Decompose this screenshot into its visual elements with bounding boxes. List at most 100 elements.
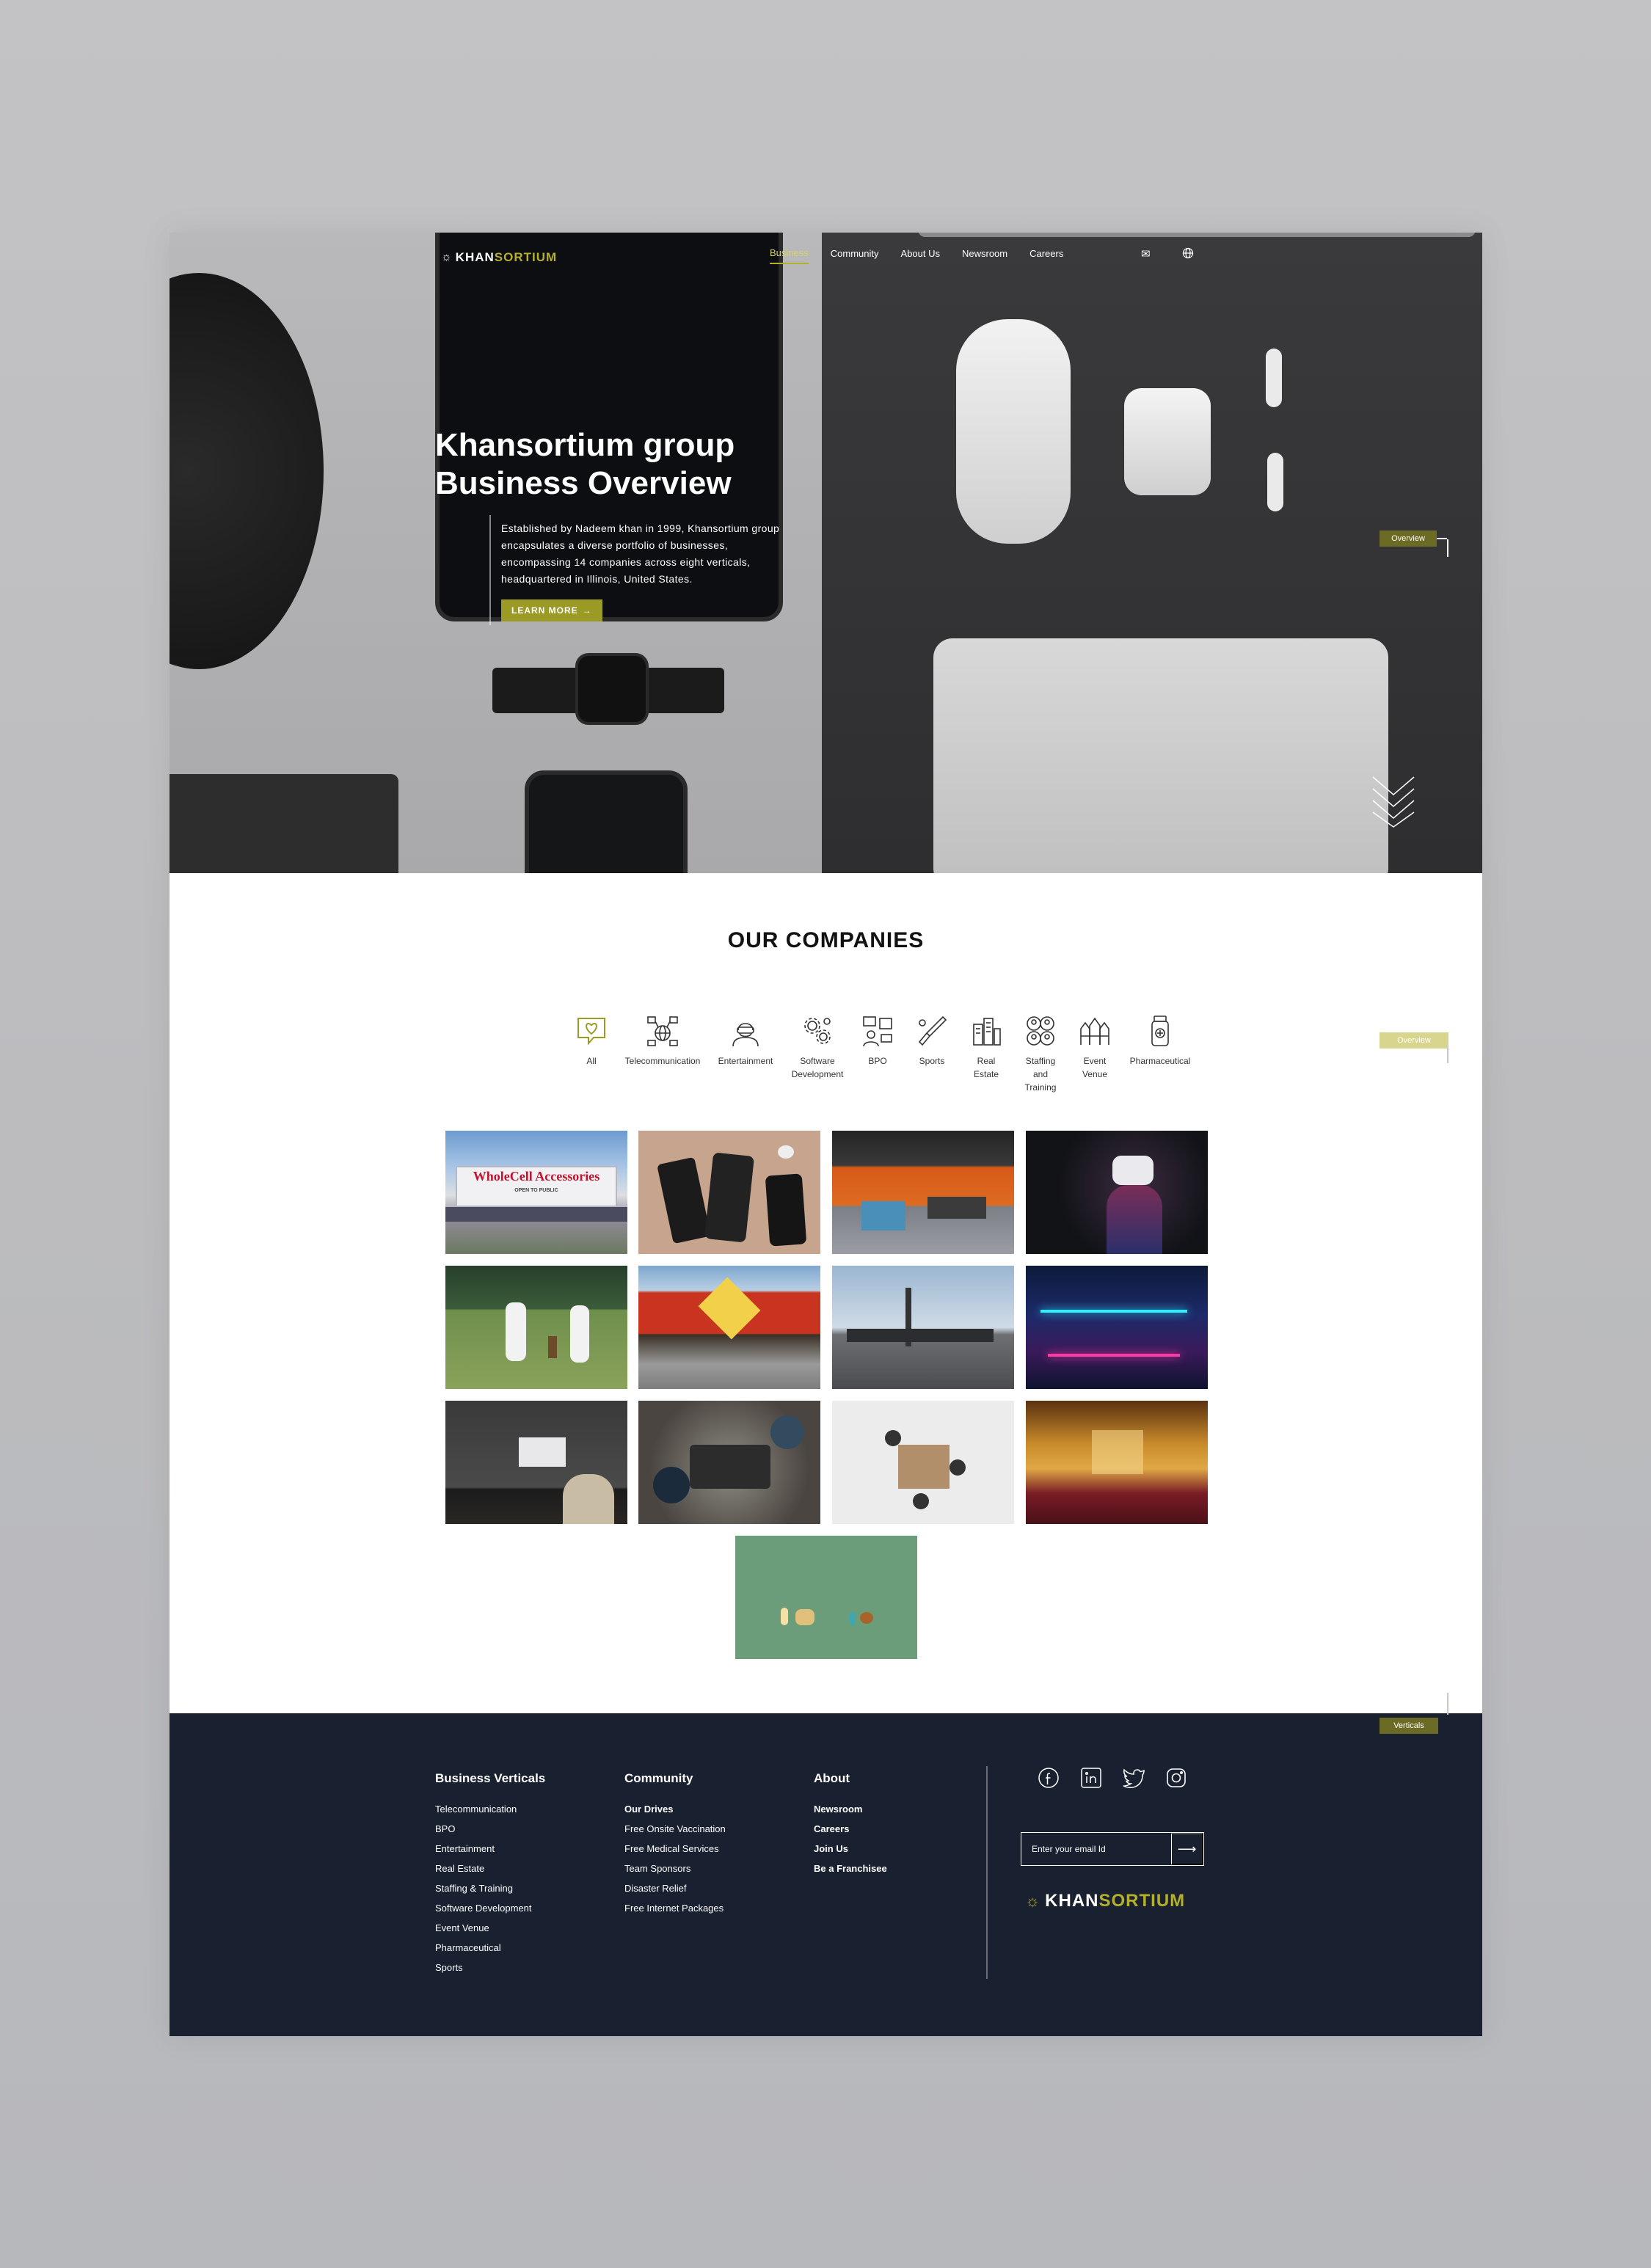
footer-link[interactable]: Software Development xyxy=(435,1898,545,1918)
filter-entertainment[interactable]: Entertainment xyxy=(707,1012,784,1094)
footer-column-about: About Newsroom Careers Join Us Be a Fran… xyxy=(814,1771,887,1878)
cricket-bat-icon xyxy=(913,1012,951,1050)
vr-person xyxy=(1107,1185,1162,1254)
neon-light xyxy=(1040,1310,1187,1313)
scroll-down-icon[interactable] xyxy=(1371,776,1415,828)
company-tile-phone-repair[interactable] xyxy=(638,1131,820,1254)
email-field[interactable] xyxy=(1021,1833,1171,1865)
office-table xyxy=(927,1197,986,1219)
pill xyxy=(850,1612,856,1625)
site-logo[interactable]: ☼ KHAN SORTIUM xyxy=(441,249,557,266)
filter-bpo[interactable]: BPO xyxy=(850,1012,905,1094)
phone-part xyxy=(657,1156,711,1244)
footer-column-title: Community xyxy=(624,1771,693,1785)
filter-all[interactable]: All xyxy=(564,1012,619,1094)
laptop-screen xyxy=(519,1437,566,1467)
hero-section: ☼ KHAN SORTIUM Business Community About U… xyxy=(170,233,1482,873)
company-tile-midwest[interactable] xyxy=(638,1266,820,1389)
nav-item-community[interactable]: Community xyxy=(831,248,879,263)
company-tile-office[interactable] xyxy=(832,1131,1014,1254)
footer-logo[interactable]: ☼ KHAN SORTIUM xyxy=(1025,1891,1185,1911)
nav-item-about-us[interactable]: About Us xyxy=(901,248,940,263)
vr-headset xyxy=(1112,1156,1153,1185)
footer-link[interactable]: Our Drives xyxy=(624,1799,726,1819)
storefront-sign-subtext: OPEN TO PUBLIC xyxy=(514,1188,558,1193)
footer-link[interactable]: Real Estate xyxy=(435,1859,545,1878)
medicine-bottle-icon xyxy=(1141,1012,1179,1050)
side-tag-line xyxy=(1447,1693,1448,1715)
phone-prop xyxy=(525,770,688,873)
side-tag-connector xyxy=(1437,538,1447,539)
company-tile-ballroom[interactable] xyxy=(1026,1401,1208,1524)
company-tile-team[interactable] xyxy=(638,1401,820,1524)
filter-telecommunication[interactable]: Telecommunication xyxy=(619,1012,707,1094)
footer-link[interactable]: Sports xyxy=(435,1958,545,1977)
filter-label: Telecommunication xyxy=(624,1056,701,1066)
footer-link[interactable]: Entertainment xyxy=(435,1839,545,1859)
side-tag-label: Overview xyxy=(1380,530,1437,547)
mail-icon[interactable]: ✉ xyxy=(1141,247,1151,260)
footer-column-title: About xyxy=(814,1771,850,1785)
company-tile-street[interactable] xyxy=(832,1266,1014,1389)
footer-link[interactable]: Disaster Relief xyxy=(624,1878,726,1898)
filter-sports[interactable]: Sports xyxy=(905,1012,959,1094)
footer-link[interactable]: Newsroom xyxy=(814,1799,887,1819)
hero-title: Khansortium group Business Overview xyxy=(435,426,846,503)
footer-link[interactable]: Free Internet Packages xyxy=(624,1898,726,1918)
twitter-icon[interactable] xyxy=(1122,1766,1145,1790)
company-tile-cricket[interactable] xyxy=(445,1266,627,1389)
footer-link[interactable]: Be a Franchisee xyxy=(814,1859,887,1878)
side-tag-verticals[interactable]: Verticals xyxy=(1380,1718,1438,1734)
filter-label: All xyxy=(586,1056,597,1066)
footer-link[interactable]: Careers xyxy=(814,1819,887,1839)
nav-item-newsroom[interactable]: Newsroom xyxy=(962,248,1007,263)
footer-link[interactable]: Staffing & Training xyxy=(435,1878,545,1898)
network-globe-icon xyxy=(644,1012,682,1050)
filter-software-development[interactable]: Software Development xyxy=(784,1012,850,1094)
company-tile-desk[interactable] xyxy=(445,1401,627,1524)
footer-link[interactable]: Free Medical Services xyxy=(624,1839,726,1859)
side-tag-overview[interactable]: Overview xyxy=(1380,530,1447,547)
page: ☼ KHAN SORTIUM Business Community About U… xyxy=(170,233,1482,2036)
nav-item-careers[interactable]: Careers xyxy=(1029,248,1063,263)
footer-link[interactable]: Telecommunication xyxy=(435,1799,545,1819)
footer-link[interactable]: BPO xyxy=(435,1819,545,1839)
meeting-table xyxy=(898,1445,950,1489)
person xyxy=(950,1459,966,1476)
company-tile-wholecell[interactable]: WholeCell Accessories OPEN TO PUBLIC xyxy=(445,1131,627,1254)
person xyxy=(885,1430,901,1446)
learn-more-button[interactable]: LEARN MORE → xyxy=(501,599,602,621)
facebook-icon[interactable] xyxy=(1037,1766,1060,1790)
company-tile-vr[interactable] xyxy=(1026,1131,1208,1254)
nav-item-business[interactable]: Business xyxy=(770,247,809,264)
company-tile-neon-hall[interactable] xyxy=(1026,1266,1208,1389)
company-tile-pharma[interactable] xyxy=(735,1536,917,1659)
footer-link[interactable]: Event Venue xyxy=(435,1918,545,1938)
filter-event-venue[interactable]: Event Venue xyxy=(1068,1012,1122,1094)
hero-title-line-2: Business Overview xyxy=(435,465,732,501)
linkedin-icon[interactable] xyxy=(1079,1766,1103,1790)
subscribe-button[interactable]: ⟶ xyxy=(1171,1833,1203,1865)
filter-pharmaceutical[interactable]: Pharmaceutical xyxy=(1122,1012,1198,1094)
footer-divider xyxy=(986,1766,988,1979)
company-tile-meeting[interactable] xyxy=(832,1401,1014,1524)
pill xyxy=(795,1609,814,1625)
venue-icon xyxy=(1076,1012,1114,1050)
logo-text-accent: SORTIUM xyxy=(494,250,558,264)
chair xyxy=(563,1474,614,1524)
footer-link[interactable]: Pharmaceutical xyxy=(435,1938,545,1958)
person xyxy=(770,1415,804,1449)
filter-real-estate[interactable]: Real Estate xyxy=(959,1012,1013,1094)
logo-sun-icon: ☼ xyxy=(441,251,453,263)
globe-icon[interactable] xyxy=(1182,247,1194,262)
footer-link[interactable]: Free Onsite Vaccination xyxy=(624,1819,726,1839)
buildings-icon xyxy=(967,1012,1005,1050)
filter-staffing-and-training[interactable]: Staffing and Training xyxy=(1013,1012,1068,1094)
instagram-icon[interactable] xyxy=(1165,1766,1188,1790)
pill xyxy=(781,1608,788,1625)
phone-part xyxy=(704,1152,755,1243)
cricket-player xyxy=(570,1305,589,1363)
footer-link[interactable]: Join Us xyxy=(814,1839,887,1859)
side-tag-overview-2[interactable]: Overview xyxy=(1380,1032,1448,1049)
footer-link[interactable]: Team Sponsors xyxy=(624,1859,726,1878)
